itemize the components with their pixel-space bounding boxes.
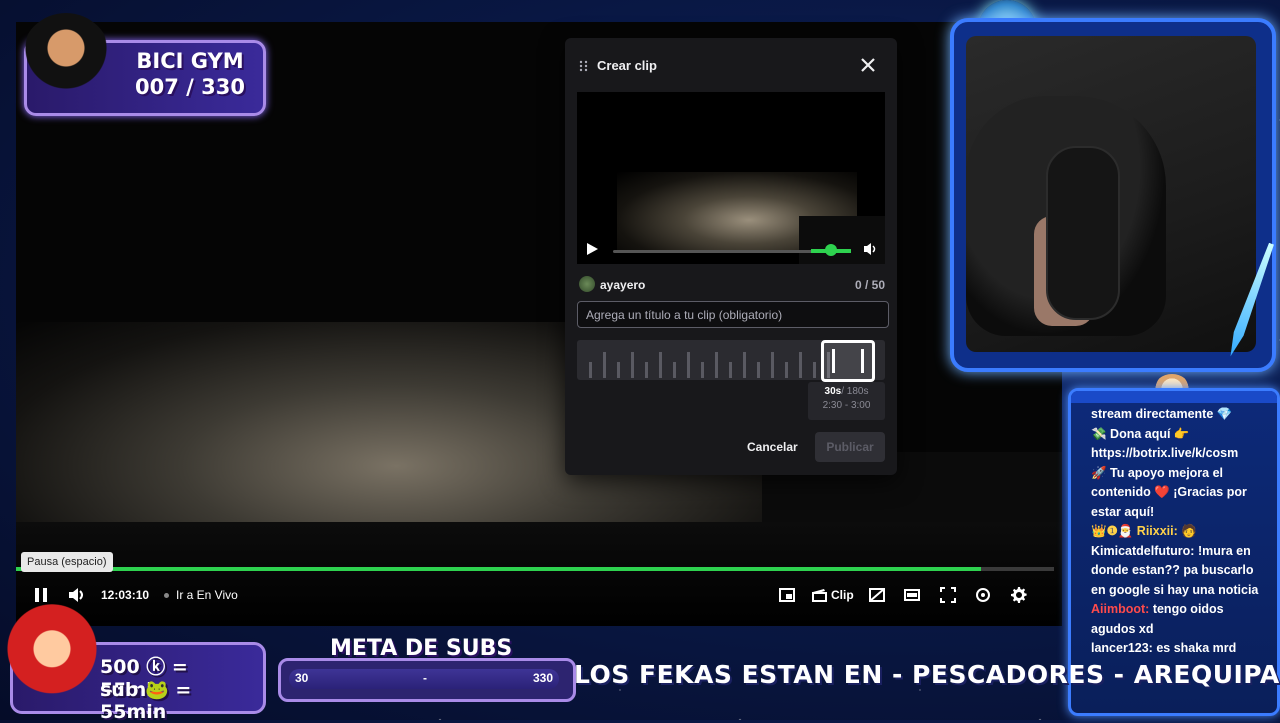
timeline-tick — [785, 362, 788, 378]
chat-username[interactable]: lancer123: — [1091, 641, 1153, 655]
pause-tooltip: Pausa (espacio) — [21, 552, 113, 572]
chat-message: Kimicatdelfuturo: !mura en donde estan??… — [1091, 543, 1259, 597]
captions-off-icon — [869, 588, 885, 602]
streamer-avatar-illustration — [21, 13, 111, 113]
avatar — [579, 276, 595, 292]
timeline-tick — [701, 362, 704, 378]
publish-button[interactable]: Publicar — [815, 432, 885, 462]
fullscreen-button[interactable] — [940, 580, 956, 610]
chat-username[interactable]: 👑❶🎅 Riixxii: — [1091, 524, 1178, 538]
bici-gym-title: BICI GYM — [136, 49, 244, 73]
settings-button[interactable] — [1011, 580, 1027, 610]
speaker-icon — [69, 588, 83, 602]
timeline-tick — [771, 352, 774, 378]
timeline-tick — [645, 362, 648, 378]
theatre-mode-button[interactable] — [904, 580, 920, 610]
cancel-button[interactable]: Cancelar — [741, 432, 803, 462]
volume-button[interactable] — [68, 580, 86, 610]
meta-max: 330 — [532, 671, 553, 685]
timeline-tick — [813, 362, 816, 378]
playback-speed-button[interactable] — [975, 580, 991, 610]
timeline-tick — [659, 352, 662, 378]
drag-handle-icon[interactable] — [579, 60, 589, 72]
video-progress-bar[interactable] — [16, 567, 1054, 571]
bici-gym-overlay: BICI GYM 007 / 330 — [21, 13, 266, 116]
chat-messages: stream directamente 💎 💸 Dona aquí 👉 http… — [1091, 405, 1271, 659]
timeline-tick — [757, 362, 760, 378]
create-clip-dialog: Crear clip ayayero 0 / 50 30s/ 180s 2:30… — [565, 38, 897, 475]
stream-time: 12:03:10 — [101, 588, 150, 602]
chat-message: 🚀 Tu apoyo mejora el contenido ❤️ ¡Graci… — [1091, 465, 1247, 519]
preview-dark-region — [799, 216, 885, 264]
clapper-icon — [812, 589, 827, 602]
go-live-link[interactable]: Ir a En Vivo — [176, 580, 238, 610]
timeline-tick — [589, 362, 592, 378]
clip-preview-player[interactable] — [577, 92, 885, 264]
webcam-frame — [950, 18, 1276, 372]
clip-title-input[interactable] — [577, 301, 889, 328]
timeline-tick — [603, 352, 606, 378]
chat-username[interactable]: Kimicatdelfuturo: — [1091, 544, 1194, 558]
gear-icon — [1011, 587, 1027, 603]
miniplayer-button[interactable] — [779, 580, 795, 610]
miniplayer-icon — [779, 588, 795, 602]
captions-off-button[interactable] — [869, 580, 885, 610]
timeline-tick — [715, 352, 718, 378]
fullscreen-icon — [940, 587, 956, 603]
meta-subs-track: 30 - 330 — [289, 669, 559, 689]
chat-username[interactable]: Aiimboot: — [1091, 602, 1149, 616]
theatre-icon — [904, 589, 920, 601]
timeline-tick — [631, 352, 634, 378]
timeline-tick — [799, 352, 802, 378]
chat-message: stream directamente 💎 — [1091, 407, 1233, 421]
clip-duration-selected: 30s — [824, 386, 842, 397]
player-controls: 12:03:10 Ir a En Vivo Clip — [16, 580, 1062, 610]
timeline-tick — [729, 362, 732, 378]
meta-min: 30 — [295, 671, 309, 685]
play-icon[interactable] — [585, 242, 599, 256]
speaker-icon[interactable] — [863, 242, 877, 256]
bici-gym-count: 007 / 330 — [135, 75, 245, 99]
meta-mid: - — [423, 671, 427, 685]
webcam-feed — [966, 36, 1256, 352]
chat-message: 👑❶🎅 Riixxii: 🧑 — [1091, 524, 1197, 538]
clip-button-label: Clip — [831, 588, 854, 602]
pause-icon — [35, 588, 47, 602]
chat-message: 💸 Dona aquí 👉 https://botrix.live/k/cosm — [1091, 426, 1239, 461]
timeline-tick — [743, 352, 746, 378]
timeline-tick — [673, 362, 676, 378]
video-scene-bottom — [16, 522, 1062, 626]
clip-duration-box: 30s/ 180s 2:30 - 3:00 — [808, 382, 885, 420]
clip-range-time: 2:30 - 3:00 — [822, 400, 871, 411]
dragon-mascot-illustration — [4, 604, 100, 716]
clip-button[interactable]: Clip — [812, 580, 854, 610]
speed-icon — [976, 588, 990, 602]
chat-message: Aiimboot: tengo oidos agudos xd — [1091, 602, 1224, 636]
timeline-tick — [617, 362, 620, 378]
clip-username: ayayero — [600, 278, 646, 292]
video-progress-fill — [16, 567, 982, 571]
dialog-title: Crear clip — [597, 58, 657, 73]
chat-message: lancer123: es shaka mrd — [1091, 641, 1237, 655]
title-char-counter: 0 / 50 — [854, 278, 885, 292]
webcam-headphones — [1046, 146, 1120, 320]
timeline-tick — [687, 352, 690, 378]
clip-duration-max: / 180s — [841, 386, 869, 397]
meta-subs-bar: 30 - 330 — [278, 658, 576, 702]
clip-range-handle[interactable] — [821, 340, 875, 382]
location-marquee: LOS FEKAS ESTAN EN - PESCADORES - AREQUI… — [574, 660, 1280, 689]
live-dot-icon — [164, 580, 169, 610]
close-icon[interactable] — [859, 56, 877, 74]
sub-timer-line-2: sub 🐸 = 55min — [100, 679, 192, 723]
chat-header-bar — [1071, 391, 1277, 403]
preview-volume-knob[interactable] — [825, 244, 837, 256]
